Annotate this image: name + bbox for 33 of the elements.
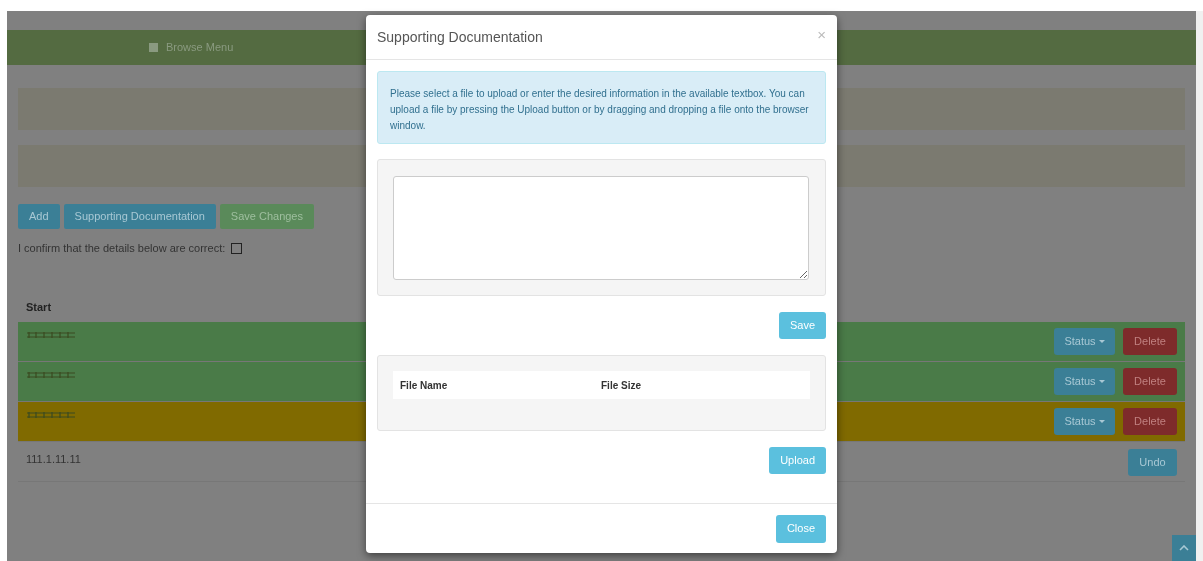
toolbar-button[interactable]: Supporting Documentation: [63, 204, 216, 229]
confirm-label: I confirm that the details below are correct:: [18, 241, 226, 256]
toolbar-button[interactable]: Add: [18, 204, 60, 229]
status-dropdown-button[interactable]: Status: [1054, 327, 1115, 355]
scribbled-text-drawing: [26, 370, 76, 379]
scribbled-text-drawing: [26, 410, 76, 419]
column-header: File Name: [400, 378, 449, 393]
scroll-top-button[interactable]: [1172, 535, 1196, 561]
undo-button[interactable]: Undo: [1128, 448, 1177, 476]
chevron-up-icon: [1179, 545, 1189, 551]
menu-icon: [149, 43, 158, 52]
confirm-checkbox[interactable]: [231, 242, 243, 254]
info-alert: Please select a file to upload or enter the desired information in the available textbox. You can upload a file by pressing the Upload button or by dragging and dropping a file onto the browser window.: [377, 71, 826, 144]
table-cell-text: 111.1.11.11: [26, 451, 81, 467]
column-header: Start: [26, 300, 52, 316]
delete-button[interactable]: Delete: [1123, 407, 1177, 435]
browse-menu-link[interactable]: Browse Menu: [166, 39, 234, 56]
modal-title: Supporting Documentation: [377, 27, 543, 47]
save-button[interactable]: Save: [778, 312, 826, 339]
caret-icon: [1098, 340, 1105, 344]
status-dropdown-button[interactable]: Status: [1054, 367, 1115, 395]
delete-button[interactable]: Delete: [1123, 327, 1177, 355]
upload-button[interactable]: Upload: [769, 447, 826, 474]
close-button[interactable]: Close: [775, 514, 826, 543]
save-changes-button[interactable]: Save Changes: [219, 204, 314, 229]
delete-button[interactable]: Delete: [1123, 367, 1177, 395]
caret-icon: [1098, 380, 1105, 384]
caret-icon: [1098, 420, 1105, 424]
status-dropdown-button[interactable]: Status: [1054, 407, 1115, 435]
text-input-field[interactable]: [393, 176, 809, 280]
scribbled-text-drawing: [26, 330, 76, 339]
scrollbar[interactable]: [1196, 11, 1203, 561]
column-header: File Size: [601, 378, 642, 393]
